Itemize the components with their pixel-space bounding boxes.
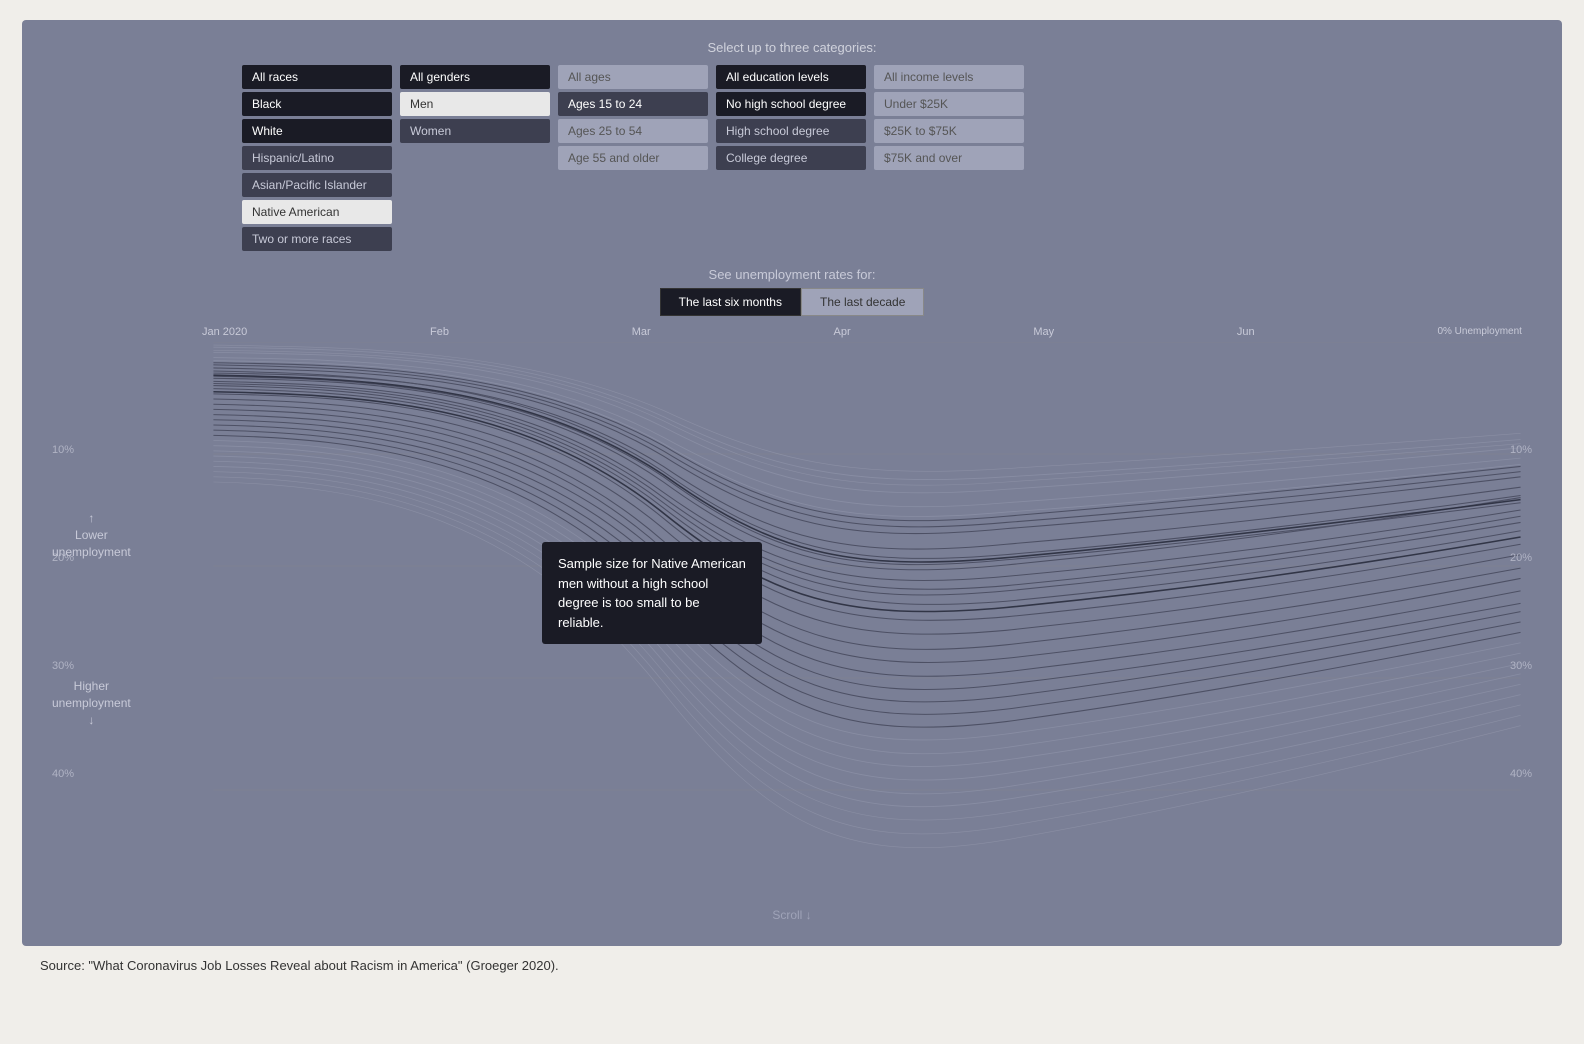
x-label-mar: Mar [632,326,651,338]
chart-svg [42,342,1542,902]
y-label-40-right: 40% [1510,768,1532,780]
x-label-may: May [1033,326,1054,338]
axis-desc-higher-unemployment: Higherunemployment ↓ [52,678,131,728]
filter-ages-25-54[interactable]: Ages 25 to 54 [558,119,708,143]
down-arrow: ↓ [88,713,94,727]
filter-25k-75k[interactable]: $25K to $75K [874,119,1024,143]
filter-hispanic[interactable]: Hispanic/Latino [242,146,392,170]
y-label-10-left: 10% [52,444,74,456]
filter-all-ages[interactable]: All ages [558,65,708,89]
filter-col-gender: All genders Men Women [400,65,550,251]
x-label-feb: Feb [430,326,449,338]
y-label-30-right: 30% [1510,660,1532,672]
y-label-10-right: 10% [1510,444,1532,456]
time-selector: See unemployment rates for: The last six… [42,267,1542,316]
chart-area: Jan 2020 Feb Mar Apr May Jun 0% Unemploy… [42,326,1542,946]
x-label-apr: Apr [833,326,850,338]
select-title: Select up to three categories: [42,40,1542,55]
y-label-40-left: 40% [52,768,74,780]
x-axis: Jan 2020 Feb Mar Apr May Jun 0% Unemploy… [42,326,1542,338]
filter-two-or-more[interactable]: Two or more races [242,227,392,251]
btn-last-decade[interactable]: The last decade [801,288,924,316]
x-label-jan: Jan 2020 [202,326,247,338]
filter-white[interactable]: White [242,119,392,143]
filter-black[interactable]: Black [242,92,392,116]
lower-unemployment-label: Lowerunemployment [52,528,131,559]
filter-all-education[interactable]: All education levels [716,65,866,89]
filter-men[interactable]: Men [400,92,550,116]
zero-label: 0% Unemployment [1437,326,1521,338]
filter-women[interactable]: Women [400,119,550,143]
y-label-20-right: 20% [1510,552,1532,564]
time-selector-label: See unemployment rates for: [42,267,1542,282]
filter-all-genders[interactable]: All genders [400,65,550,89]
filter-age-55-older[interactable]: Age 55 and older [558,146,708,170]
filter-col-income: All income levels Under $25K $25K to $75… [874,65,1024,251]
tooltip: Sample size for Native American men with… [542,542,762,644]
axis-desc-lower-unemployment: ↑ Lowerunemployment [52,510,131,560]
source-text: Source: "What Coronavirus Job Losses Rev… [20,958,1564,973]
filter-col-education: All education levels No high school degr… [716,65,866,251]
filter-col-race: All races Black White Hispanic/Latino As… [242,65,392,251]
filter-under-25k[interactable]: Under $25K [874,92,1024,116]
x-label-jun: Jun [1237,326,1255,338]
main-chart-container: Select up to three categories: All races… [22,20,1562,946]
up-arrow: ↑ [88,511,94,525]
filters-row: All races Black White Hispanic/Latino As… [42,65,1542,251]
filter-no-hs-degree[interactable]: No high school degree [716,92,866,116]
chart-svg-container: 10% 20% 30% 40% 10% 20% 30% 40% ↑ Loweru… [42,342,1542,902]
filter-hs-degree[interactable]: High school degree [716,119,866,143]
filter-col-age: All ages Ages 15 to 24 Ages 25 to 54 Age… [558,65,708,251]
filter-all-races[interactable]: All races [242,65,392,89]
filter-all-income[interactable]: All income levels [874,65,1024,89]
tooltip-text: Sample size for Native American men with… [558,556,746,630]
y-label-30-left: 30% [52,660,74,672]
filter-75k-over[interactable]: $75K and over [874,146,1024,170]
filter-asian[interactable]: Asian/Pacific Islander [242,173,392,197]
btn-last-six-months[interactable]: The last six months [660,288,801,316]
higher-unemployment-label: Higherunemployment [52,679,131,710]
filter-native-american[interactable]: Native American [242,200,392,224]
filter-college-degree[interactable]: College degree [716,146,866,170]
scroll-indicator: Scroll ↓ [42,902,1542,928]
time-buttons: The last six months The last decade [42,288,1542,316]
filter-ages-15-24[interactable]: Ages 15 to 24 [558,92,708,116]
